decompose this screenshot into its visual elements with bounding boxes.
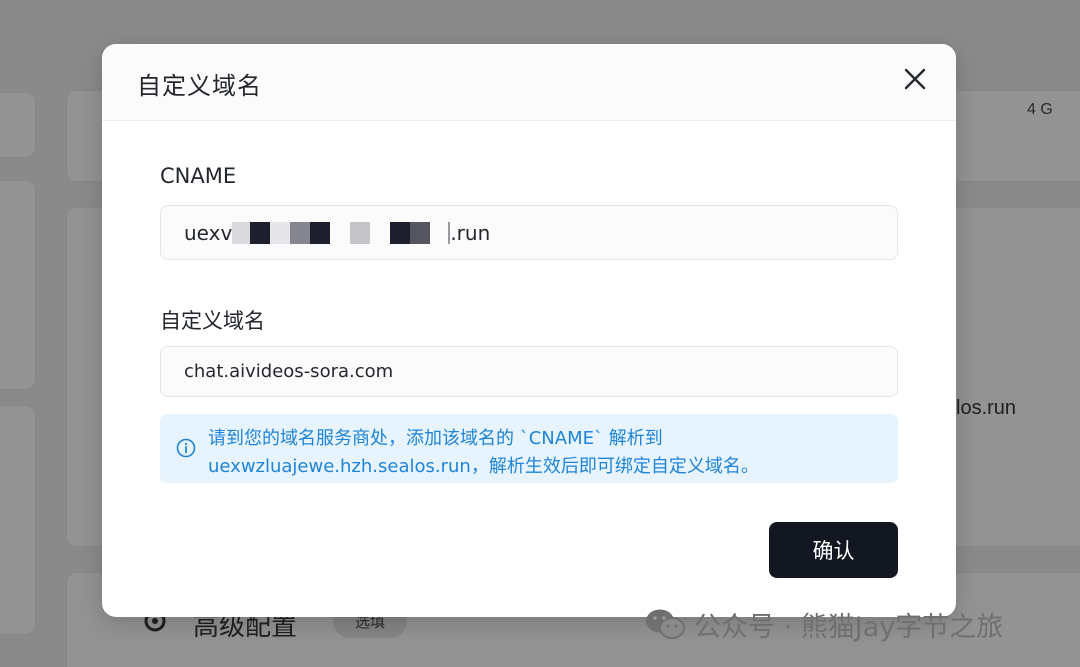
dialog-title: 自定义域名 [137,72,262,100]
custom-domain-field[interactable]: chat.aivideos-sora.com [160,346,898,397]
custom-domain-label: 自定义域名 [160,309,265,333]
wechat-icon [646,609,685,639]
custom-domain-value: chat.aivideos-sora.com [184,361,394,382]
cname-label: CNAME [160,164,237,188]
confirm-button[interactable]: 确认 [769,522,898,578]
close-icon [904,68,926,90]
cname-value-prefix: uexv [184,220,233,245]
custom-domain-dialog: 自定义域名 CNAME uexv .run 自定义域名 chat.aivideo… [102,44,956,617]
cname-field: uexv .run [160,205,898,260]
cname-value-suffix: .run [450,220,491,245]
close-button[interactable] [900,64,930,94]
dialog-header: 自定义域名 [102,44,956,121]
redacted-mosaic [232,221,451,244]
info-text-line-1: 请到您的域名服务商处，添加该域名的 `CNAME` 解析到 [208,428,663,449]
info-icon [176,438,196,458]
info-text-line-2: uexwzluajewe.hzh.sealos.run，解析生效后即可绑定自定义… [208,456,759,477]
watermark-text: 公众号 · 熊猫Jay字节之旅 [694,611,1004,643]
watermark: 公众号 · 熊猫Jay字节之旅 [644,604,1003,644]
info-alert: 请到您的域名服务商处，添加该域名的 `CNAME` 解析到 uexwzluaje… [160,414,898,483]
